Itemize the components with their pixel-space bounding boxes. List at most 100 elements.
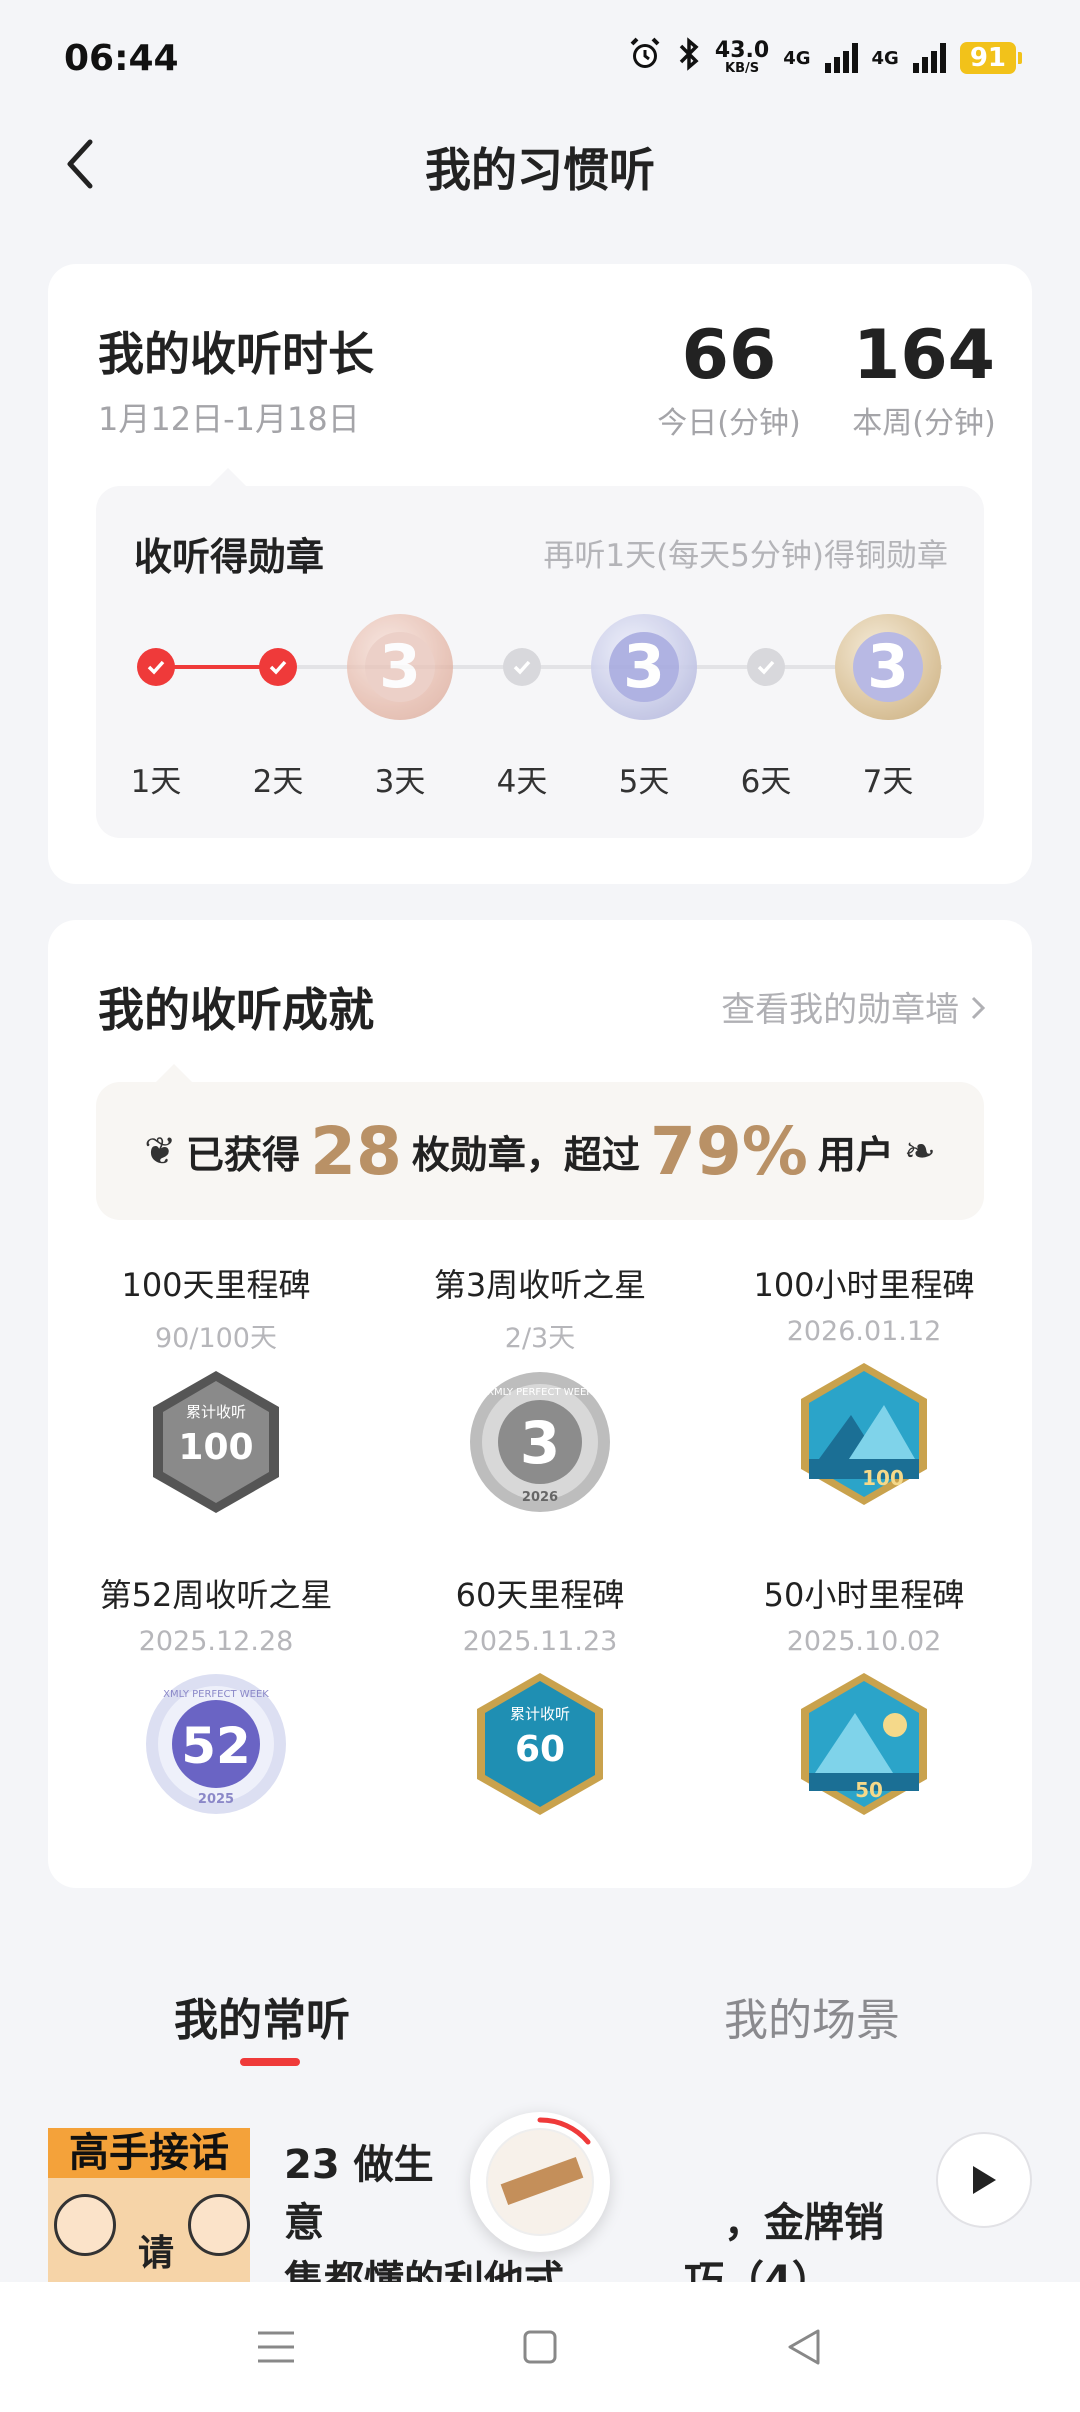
badge-name: 第52周收听之星 [99, 1576, 333, 1614]
medal-wall-link[interactable]: 查看我的勋章墙 [721, 982, 986, 1031]
signal-icon [824, 43, 858, 73]
tab-indicator [240, 2058, 300, 2066]
laurel-left-icon: ❦ [144, 1129, 177, 1173]
tab-bar: 我的常听 我的场景 [0, 1960, 1080, 2070]
album-disc-icon [486, 2128, 594, 2236]
check-icon [503, 648, 541, 686]
summary-mid: 枚勋章，超过 [411, 1132, 640, 1177]
badge-sub: 2/3天 [504, 1323, 576, 1354]
achievement-card: 我的收听成就 查看我的勋章墙 ❦ 已获得 28 枚勋章，超过 79% 用户 ❧ … [48, 920, 1032, 1888]
svg-text:XMLY PERFECT WEEK: XMLY PERFECT WEEK [487, 1387, 593, 1398]
tab-frequent[interactable]: 我的常听 [174, 1984, 350, 2048]
medal-progress-box: 收听得勋章 再听1天(每天5分钟)得铜勋章 3 3 3 1天 2天 3天 4天 … [96, 468, 984, 838]
svg-text:100: 100 [862, 1466, 904, 1490]
mountain-badge-icon: 100 [789, 1359, 939, 1509]
silver-medal-icon: 3 [591, 614, 697, 720]
badge-sub: 2025.11.23 [462, 1626, 618, 1657]
menu-icon [258, 2331, 294, 2363]
badge-item[interactable]: 50小时里程碑 2025.10.02 50 [719, 1570, 1009, 1819]
header: 我的习惯听 [0, 120, 1080, 210]
badge-sub: 2026.01.12 [786, 1316, 942, 1347]
signal-label-1: 4G [783, 47, 811, 69]
status-icons: 43.0 KB/S 4G 4G 91 [627, 36, 1023, 80]
check-icon [259, 648, 297, 686]
svg-text:XMLY PERFECT WEEK: XMLY PERFECT WEEK [163, 1689, 269, 1700]
check-icon [137, 648, 175, 686]
date-range: 1月12日-1月18日 [98, 400, 360, 438]
mountain-badge-icon: 50 [789, 1669, 939, 1819]
back-nav-button[interactable] [772, 2315, 836, 2379]
play-button[interactable] [936, 2132, 1032, 2228]
badge-sub: 90/100天 [155, 1323, 277, 1354]
listen-duration-card: 我的收听时长 1月12日-1月18日 66 今日(分钟) 164 本周(分钟) … [48, 264, 1032, 884]
svg-text:2026: 2026 [522, 1490, 558, 1505]
gold-medal-icon: 3 [835, 614, 941, 720]
badge-name: 第3周收听之星 [433, 1266, 647, 1304]
medal-progress-title: 收听得勋章 [134, 535, 325, 579]
net-speed: 43.0 KB/S [714, 38, 770, 76]
week-stat: 164 本周(分钟) [824, 316, 1024, 442]
cartoon-face-icon [54, 2194, 116, 2256]
cover-word: 请 [138, 2233, 175, 2274]
album-cover: 高手接话 请 [48, 2128, 250, 2288]
svg-text:100: 100 [178, 1427, 253, 1468]
status-bar: 06:44 43.0 KB/S 4G 4G 91 [0, 0, 1080, 120]
home-button[interactable] [508, 2315, 572, 2379]
page-title: 我的习惯听 [425, 143, 655, 197]
signal-icon [912, 43, 946, 73]
achievement-title: 我的收听成就 [98, 983, 374, 1037]
week-label: 本周(分钟) [852, 406, 996, 441]
cover-title: 高手接话 [48, 2128, 250, 2178]
badge-item[interactable]: 100小时里程碑 2026.01.12 100 [719, 1260, 1009, 1509]
badge-item[interactable]: 第52周收听之星 2025.12.28 XMLY PERFECT WEEK 52 2… [71, 1570, 361, 1819]
triangle-back-icon [788, 2329, 820, 2365]
svg-text:2025: 2025 [198, 1792, 234, 1807]
summary-count: 28 [310, 1112, 402, 1190]
bronze-medal-icon: 3 [347, 614, 453, 720]
square-icon [523, 2330, 557, 2364]
bluetooth-icon [677, 37, 701, 79]
today-label: 今日(分钟) [657, 406, 801, 441]
svg-text:50: 50 [855, 1778, 883, 1802]
day-label: 2天 [252, 764, 304, 800]
battery-icon: 91 [959, 42, 1023, 74]
medal-wall-label: 查看我的勋章墙 [721, 990, 960, 1030]
signal-label-2: 4G [871, 47, 899, 69]
week-minutes: 164 [853, 316, 995, 395]
milestone-badge-icon: 累计收听 60 [465, 1669, 615, 1819]
system-nav-bar [0, 2282, 1080, 2412]
badge-item[interactable]: 第3周收听之星 2/3天 XMLY PERFECT WEEK 3 2026 [395, 1260, 685, 1517]
badge-item[interactable]: 60天里程碑 2025.11.23 累计收听 60 [395, 1570, 685, 1819]
milestone-badge-icon: 累计收听 100 [141, 1367, 291, 1517]
today-stat: 66 今日(分钟) [604, 316, 854, 442]
badge-name: 100天里程碑 [121, 1266, 311, 1304]
summary-percent: 79% [649, 1112, 808, 1190]
status-time: 06:44 [64, 38, 179, 79]
summary-prefix: 已获得 [186, 1132, 301, 1177]
summary-suffix: 用户 [817, 1132, 894, 1177]
achievement-summary: ❦ 已获得 28 枚勋章，超过 79% 用户 ❧ [96, 1064, 984, 1220]
day-timeline: 3 3 3 1天 2天 3天 4天 5天 6天 7天 [96, 606, 984, 806]
badge-name: 50小时里程碑 [763, 1576, 965, 1614]
badge-item[interactable]: 100天里程碑 90/100天 累计收听 100 [71, 1260, 361, 1517]
tab-scenes[interactable]: 我的场景 [724, 1984, 900, 2048]
badge-name: 60天里程碑 [455, 1576, 625, 1614]
week-star-badge-icon: XMLY PERFECT WEEK 3 2026 [465, 1367, 615, 1517]
mini-player[interactable] [470, 2112, 610, 2252]
svg-text:累计收听: 累计收听 [510, 1705, 570, 1723]
day-label: 1天 [130, 764, 182, 800]
svg-text:52: 52 [181, 1717, 251, 1775]
badge-sub: 2025.12.28 [138, 1626, 294, 1657]
menu-button[interactable] [244, 2315, 308, 2379]
day-label: 5天 [618, 764, 670, 800]
chevron-right-icon [971, 996, 986, 1020]
svg-text:60: 60 [515, 1729, 565, 1770]
day-label: 3天 [374, 764, 426, 800]
medal-progress-hint: 再听1天(每天5分钟)得铜勋章 [543, 538, 948, 574]
laurel-right-icon: ❧ [903, 1129, 936, 1173]
svg-text:3: 3 [520, 1409, 560, 1477]
day-label: 6天 [740, 764, 792, 800]
day-label: 4天 [496, 764, 548, 800]
day-label: 7天 [862, 764, 914, 800]
play-icon [973, 2166, 996, 2194]
